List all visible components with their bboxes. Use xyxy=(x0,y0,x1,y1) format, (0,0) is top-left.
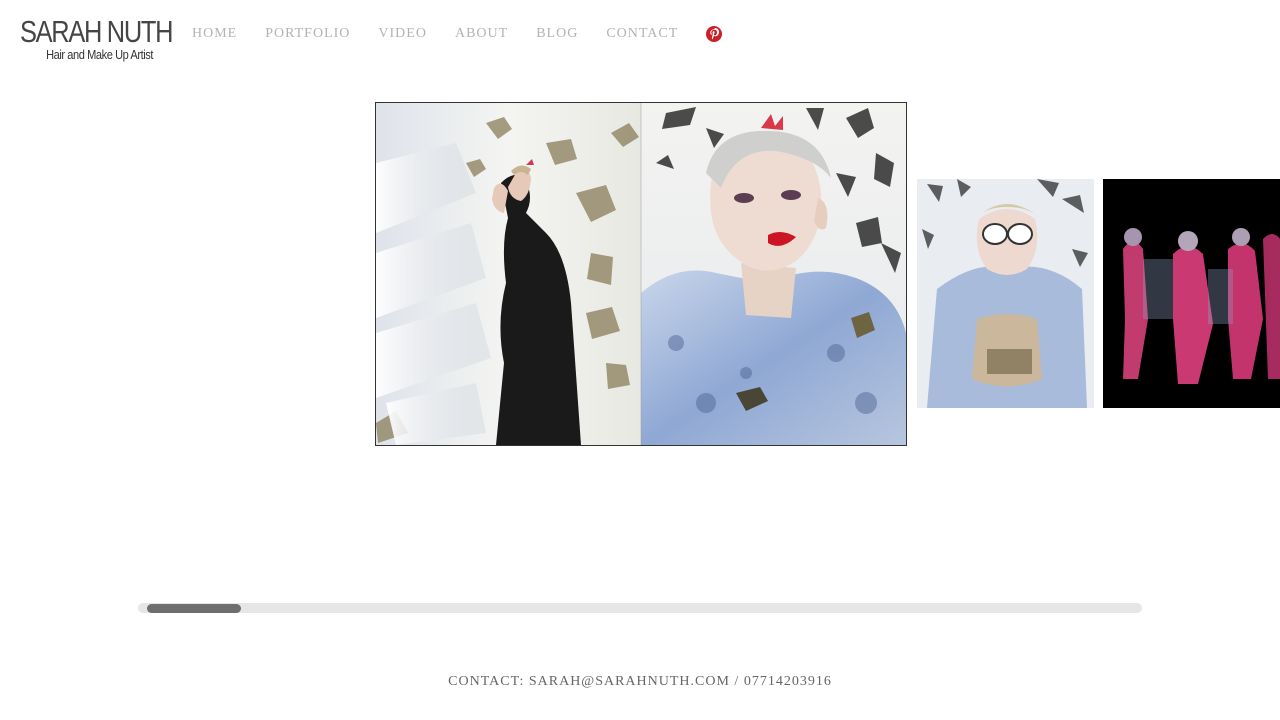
gallery-photo-3[interactable] xyxy=(1103,179,1280,408)
main-nav: HOME PORTFOLIO VIDEO ABOUT BLOG CONTACT xyxy=(192,25,723,43)
gallery-scrollbar-track[interactable] xyxy=(138,603,1142,613)
gallery-photo-2[interactable] xyxy=(917,179,1094,408)
nav-portfolio[interactable]: PORTFOLIO xyxy=(265,25,350,43)
logo-title: SARAH NUTH xyxy=(20,14,173,49)
nav-blog[interactable]: BLOG xyxy=(536,25,578,43)
pinterest-icon[interactable] xyxy=(706,26,723,42)
gallery-scrollbar-thumb[interactable] xyxy=(147,604,241,613)
gallery-photo-spread[interactable] xyxy=(375,102,907,446)
nav-video[interactable]: VIDEO xyxy=(378,25,427,43)
nav-home[interactable]: HOME xyxy=(192,25,237,43)
site-logo[interactable]: SARAH NUTH Hair and Make Up Artist xyxy=(20,14,173,62)
page: SARAH NUTH Hair and Make Up Artist HOME … xyxy=(0,0,1280,720)
nav-about[interactable]: ABOUT xyxy=(455,25,508,43)
logo-tagline: Hair and Make Up Artist xyxy=(46,47,153,62)
footer-contact: CONTACT: SARAH@SARAHNUTH.COM / 077142039… xyxy=(448,674,832,689)
nav-contact[interactable]: CONTACT xyxy=(606,25,678,43)
photo-gallery[interactable] xyxy=(0,100,1280,450)
